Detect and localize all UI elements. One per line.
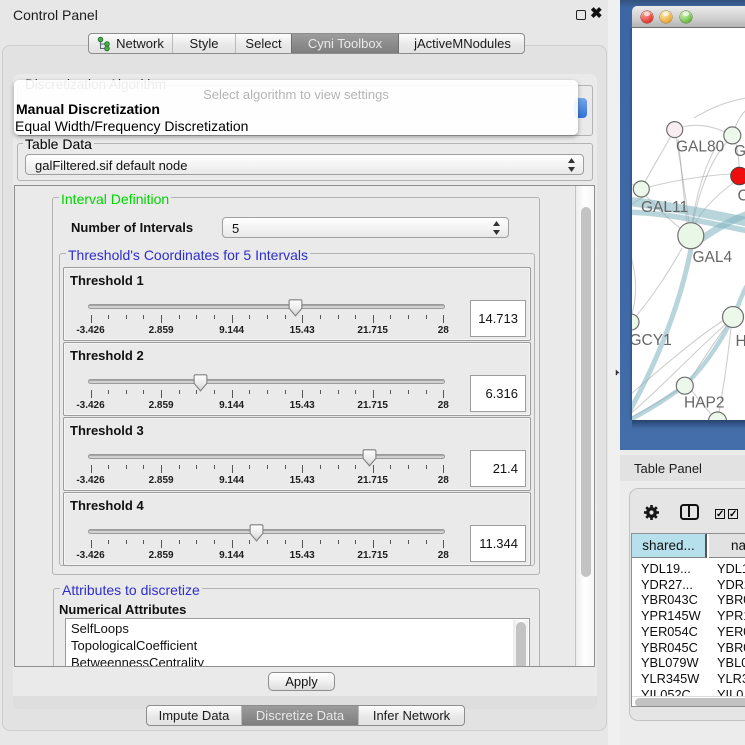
svg-text:GCY1: GCY1 bbox=[632, 332, 672, 349]
svg-text:GA: GA bbox=[734, 143, 745, 160]
svg-text:GAL11: GAL11 bbox=[641, 199, 688, 216]
svg-text:H: H bbox=[736, 333, 745, 350]
svg-text:C: C bbox=[738, 188, 745, 205]
svg-text:GAL80: GAL80 bbox=[676, 139, 725, 156]
svg-text:GAL4: GAL4 bbox=[693, 249, 733, 266]
svg-text:HAP2: HAP2 bbox=[684, 395, 725, 412]
